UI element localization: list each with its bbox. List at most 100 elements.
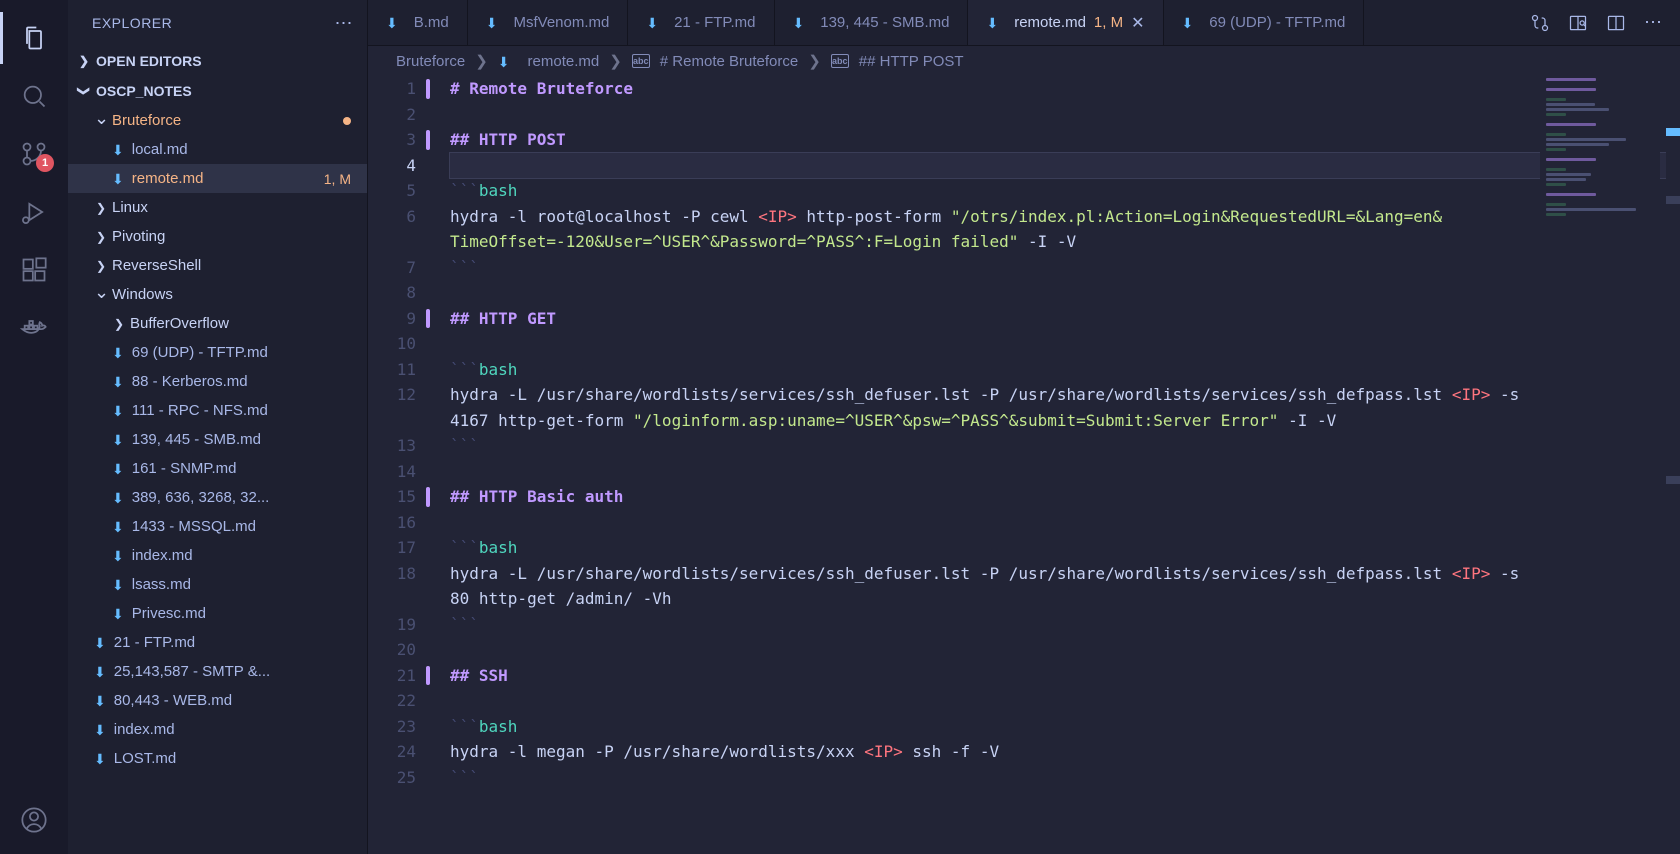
- code-line: ```bash: [450, 714, 1680, 740]
- open-editors-label: OPEN EDITORS: [96, 53, 202, 69]
- file-item[interactable]: ⬇161 - SNMP.md: [68, 454, 367, 483]
- source-control-activity[interactable]: 1: [0, 128, 68, 180]
- tab-label: MsfVenom.md: [513, 14, 609, 31]
- file-label: 88 - Kerberos.md: [132, 373, 248, 390]
- scrollbar[interactable]: [1666, 76, 1680, 854]
- file-item[interactable]: ⬇389, 636, 3268, 32...: [68, 483, 367, 512]
- file-item[interactable]: ⬇Privesc.md: [68, 599, 367, 628]
- code-line: ## HTTP GET: [450, 306, 1680, 332]
- symbol-string-icon: abc: [831, 54, 849, 68]
- explorer-activity[interactable]: [0, 12, 68, 64]
- line-number: 16: [368, 510, 416, 536]
- markdown-file-icon: ⬇: [94, 664, 106, 681]
- editor-area: ⬇B.md⬇MsfVenom.md⬇21 - FTP.md⬇139, 445 -…: [368, 0, 1680, 854]
- breadcrumb-file[interactable]: remote.md: [528, 53, 600, 70]
- more-actions-icon[interactable]: ⋯: [1644, 12, 1662, 33]
- code-line: ```: [450, 255, 1680, 281]
- activity-bar: 1: [0, 0, 68, 854]
- line-number: 19: [368, 612, 416, 638]
- breadcrumb-folder[interactable]: Bruteforce: [396, 53, 465, 70]
- open-editors-section[interactable]: ❯ OPEN EDITORS: [68, 46, 367, 76]
- close-icon[interactable]: ✕: [1131, 13, 1144, 33]
- code-content[interactable]: # Remote Bruteforce ## HTTP POST ```bash hy…: [432, 76, 1680, 854]
- code-line: # Remote Bruteforce: [450, 76, 1680, 102]
- editor-tab[interactable]: ⬇21 - FTP.md: [628, 0, 774, 45]
- file-item[interactable]: ⬇index.md: [68, 541, 367, 570]
- extensions-activity[interactable]: [0, 244, 68, 296]
- file-item[interactable]: ⬇local.md: [68, 135, 367, 164]
- editor-body[interactable]: 1234567891011121314151617181920212223242…: [368, 76, 1680, 854]
- markdown-file-icon: ⬇: [94, 635, 106, 652]
- file-item[interactable]: ⬇index.md: [68, 715, 367, 744]
- search-activity[interactable]: [0, 70, 68, 122]
- line-number: 3: [368, 127, 416, 153]
- editor-tab[interactable]: ⬇139, 445 - SMB.md: [775, 0, 969, 45]
- split-editor-icon[interactable]: [1606, 13, 1626, 33]
- folder-label: Pivoting: [112, 228, 165, 245]
- project-section[interactable]: ❯ OSCP_NOTES: [68, 76, 367, 106]
- debug-activity[interactable]: [0, 186, 68, 238]
- file-label: Privesc.md: [132, 605, 206, 622]
- breadcrumbs[interactable]: Bruteforce ❯ ⬇ remote.md ❯ abc # Remote …: [368, 46, 1680, 76]
- markdown-file-icon: ⬇: [793, 15, 805, 32]
- open-preview-icon[interactable]: [1568, 13, 1588, 33]
- code-line: TimeOffset=-120&User=^USER^&Password=^PA…: [450, 229, 1680, 255]
- line-number: 8: [368, 280, 416, 306]
- project-label: OSCP_NOTES: [96, 83, 192, 99]
- accounts-activity[interactable]: [0, 794, 68, 846]
- folder-item[interactable]: ⌄Bruteforce: [68, 106, 367, 135]
- file-item[interactable]: ⬇LOST.md: [68, 744, 367, 773]
- markdown-file-icon: ⬇: [986, 15, 998, 32]
- breadcrumb-h2[interactable]: ## HTTP POST: [859, 53, 964, 70]
- folder-label: BufferOverflow: [130, 315, 229, 332]
- editor-tab[interactable]: ⬇ remote.md 1, M ✕: [968, 0, 1163, 45]
- tab-status: 1, M: [1094, 14, 1123, 31]
- line-number: 25: [368, 765, 416, 791]
- line-number: 14: [368, 459, 416, 485]
- folder-item[interactable]: ❯ Pivoting: [68, 222, 367, 251]
- code-line: hydra -l root@localhost -P cewl <IP> htt…: [450, 204, 1680, 230]
- tab-actions: ⋯: [1512, 0, 1680, 45]
- code-line: [450, 153, 1680, 179]
- file-item[interactable]: ⬇1433 - MSSQL.md: [68, 512, 367, 541]
- code-line: ## HTTP POST: [450, 127, 1680, 153]
- source-control-badge: 1: [36, 154, 54, 172]
- folder-item[interactable]: ❯ReverseShell: [68, 251, 367, 280]
- file-item[interactable]: ⬇25,143,587 - SMTP &...: [68, 657, 367, 686]
- folder-item[interactable]: ❯Linux: [68, 193, 367, 222]
- code-line: 80 http-get /admin/ -Vh: [450, 586, 1680, 612]
- line-number: [368, 408, 416, 434]
- code-line: hydra -L /usr/share/wordlists/services/s…: [450, 561, 1680, 587]
- line-number: 6: [368, 204, 416, 230]
- file-item[interactable]: ⬇88 - Kerberos.md: [68, 367, 367, 396]
- file-item[interactable]: ⬇lsass.md: [68, 570, 367, 599]
- editor-tab[interactable]: ⬇69 (UDP) - TFTP.md: [1164, 0, 1365, 45]
- editor-tab[interactable]: ⬇MsfVenom.md: [468, 0, 629, 45]
- compare-changes-icon[interactable]: [1530, 13, 1550, 33]
- file-item[interactable]: ⬇21 - FTP.md: [68, 628, 367, 657]
- file-item[interactable]: ⬇69 (UDP) - TFTP.md: [68, 338, 367, 367]
- tab-label: B.md: [414, 14, 449, 31]
- minimap[interactable]: [1540, 76, 1660, 854]
- folder-item[interactable]: ⌄Windows: [68, 280, 367, 309]
- file-label: index.md: [114, 721, 175, 738]
- tab-label: remote.md: [1014, 14, 1086, 31]
- sidebar-header: EXPLORER ⋯: [68, 0, 367, 46]
- code-line: ```: [450, 612, 1680, 638]
- sidebar-more-icon[interactable]: ⋯: [335, 13, 354, 34]
- markdown-file-icon: ⬇: [112, 171, 124, 188]
- file-item[interactable]: ⬇111 - RPC - NFS.md: [68, 396, 367, 425]
- line-number: 7: [368, 255, 416, 281]
- chevron-right-icon: ❯: [475, 52, 488, 70]
- folder-item[interactable]: ❯BufferOverflow: [68, 309, 367, 338]
- editor-tab[interactable]: ⬇B.md: [368, 0, 468, 45]
- file-item[interactable]: ⬇139, 445 - SMB.md: [68, 425, 367, 454]
- file-item[interactable]: ⬇80,443 - WEB.md: [68, 686, 367, 715]
- docker-activity[interactable]: [0, 302, 68, 354]
- code-line: ```bash: [450, 357, 1680, 383]
- chevron-right-icon: ❯: [94, 230, 108, 244]
- breadcrumb-h1[interactable]: # Remote Bruteforce: [660, 53, 798, 70]
- file-item[interactable]: ⬇remote.md1, M: [68, 164, 367, 193]
- code-line: [450, 331, 1680, 357]
- markdown-file-icon: ⬇: [112, 548, 124, 565]
